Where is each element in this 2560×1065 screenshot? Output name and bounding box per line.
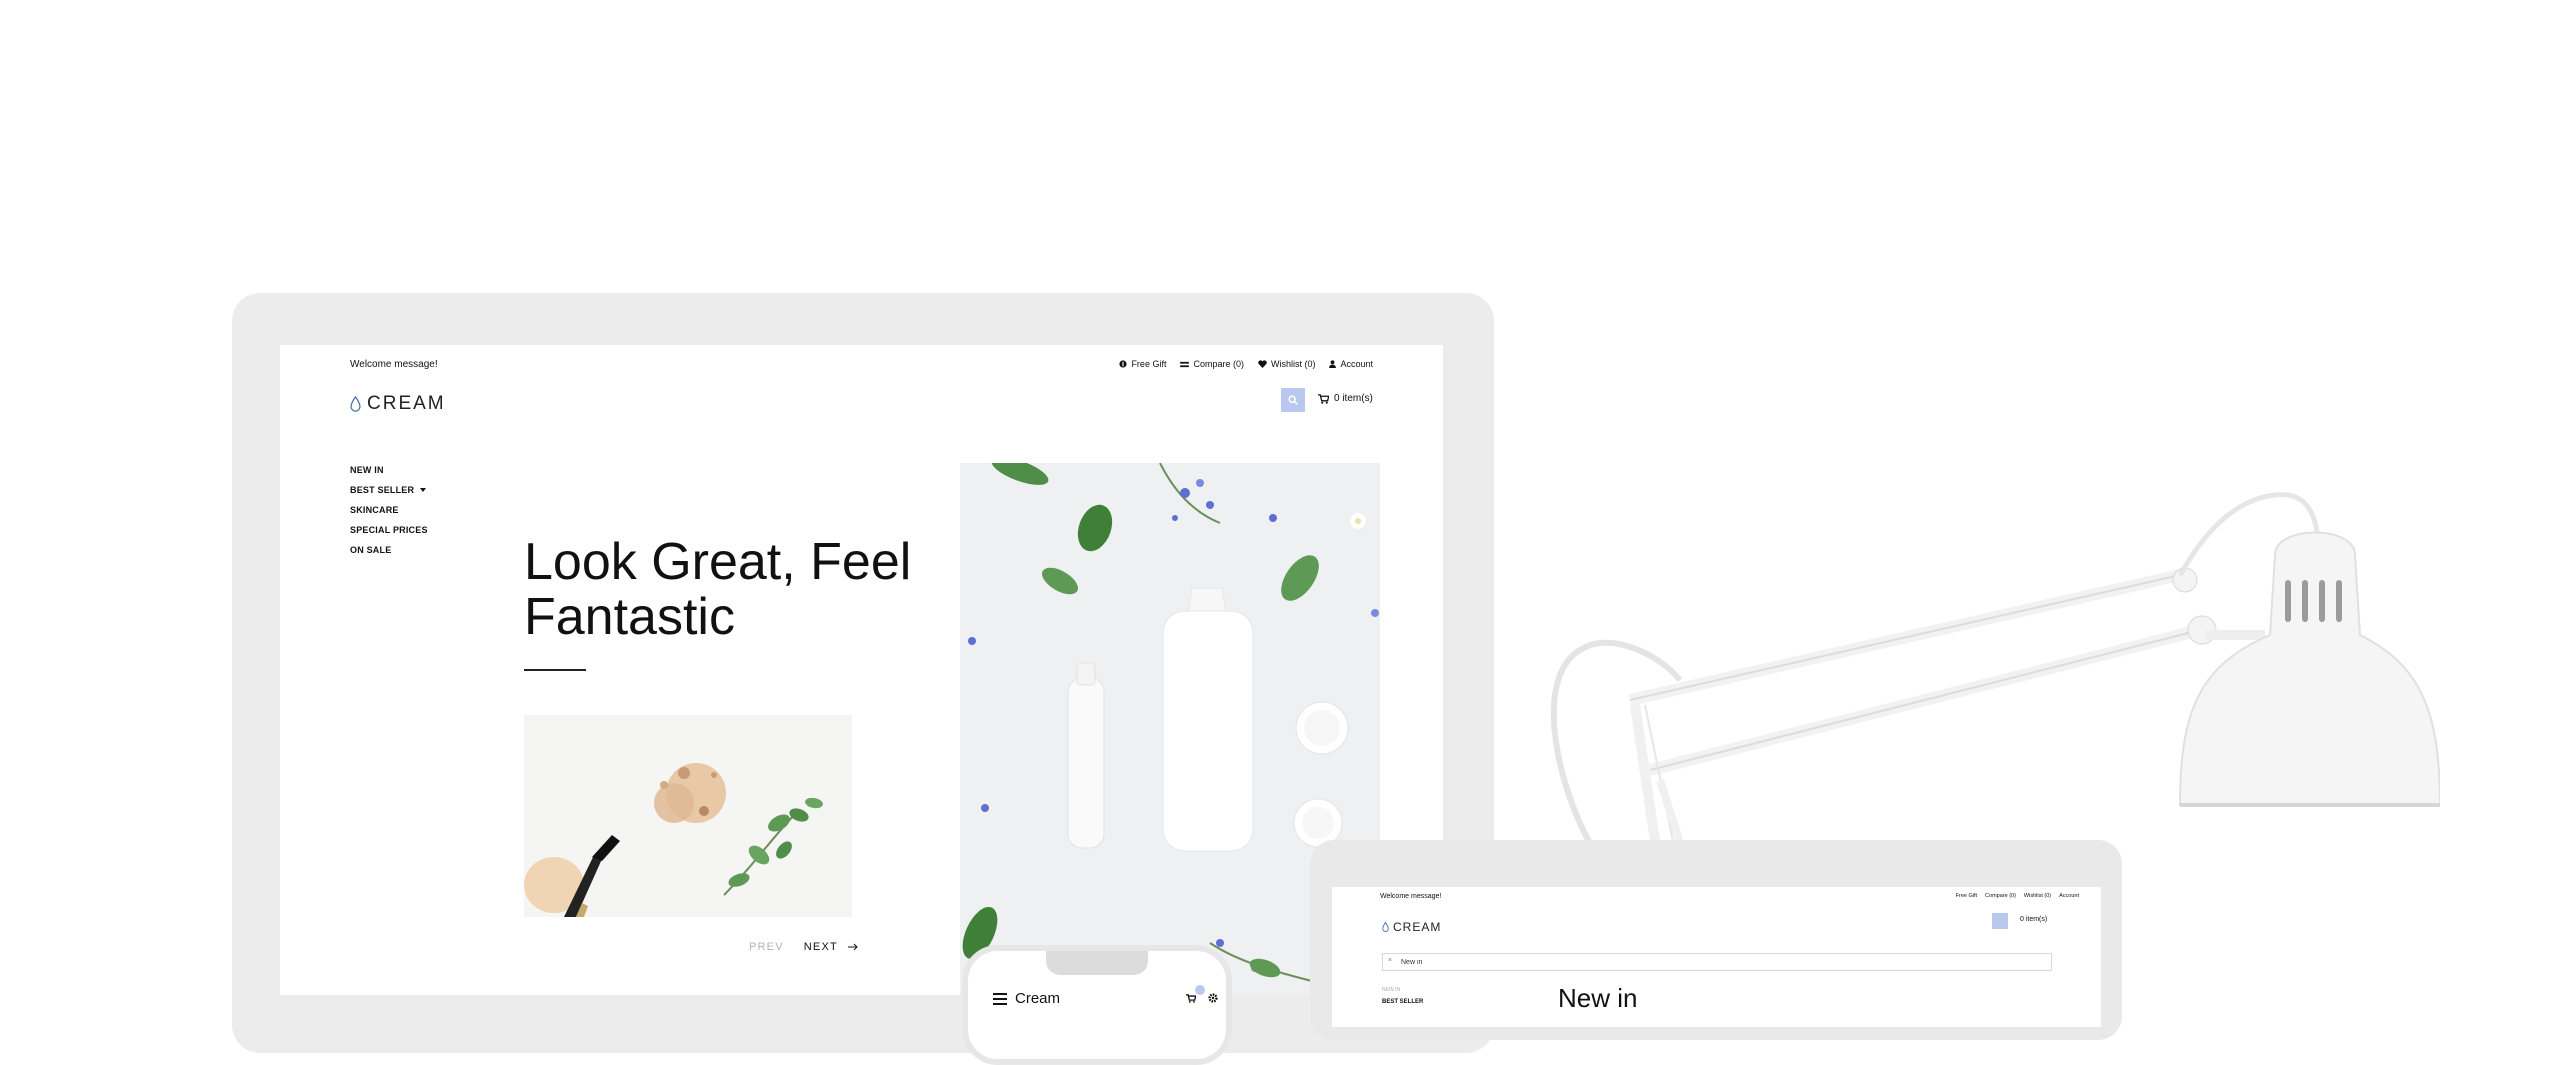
laptop-page-heading: New in — [1558, 983, 1638, 1013]
top-links: Free Gift Compare (0) Wishlist (0) Accou… — [1119, 359, 1373, 369]
clear-search-icon[interactable]: × — [1388, 957, 1392, 964]
compare-label: Compare (0) — [1193, 359, 1244, 369]
laptop-screen: Welcome message! Free Gift Compare (0) W… — [1332, 887, 2101, 1027]
account-label: Account — [1340, 359, 1373, 369]
drop-logo-icon — [350, 396, 361, 412]
hero-title: Look Great, Feel Fantastic — [524, 533, 912, 646]
main-nav: NEW IN BEST SELLER SKINCARE SPECIAL PRIC… — [350, 460, 428, 560]
logo-text: CREAM — [367, 393, 446, 414]
search-button[interactable] — [1281, 388, 1305, 412]
compare-link[interactable]: Compare (0) — [1180, 359, 1244, 369]
laptop-logo-text: CREAM — [1393, 920, 1442, 934]
nav-label: NEW IN — [350, 465, 384, 475]
laptop-compare-link[interactable]: Compare (0) — [1985, 893, 2016, 899]
laptop-nav-new-in[interactable]: NEW IN — [1382, 987, 1400, 993]
welcome-message: Welcome message! — [350, 359, 438, 370]
nav-item-new-in[interactable]: NEW IN — [350, 460, 428, 480]
nav-item-best-seller[interactable]: BEST SELLER — [350, 480, 428, 500]
heart-icon — [1258, 360, 1267, 368]
wishlist-label: Wishlist (0) — [1270, 359, 1316, 369]
nav-item-special-prices[interactable]: SPECIAL PRICES — [350, 520, 428, 540]
cart-icon — [1318, 393, 1329, 404]
wishlist-link[interactable]: Wishlist (0) — [1258, 359, 1316, 369]
slider-nav: PREV NEXT — [749, 941, 858, 953]
drop-logo-icon — [1382, 922, 1389, 932]
makeup-illustration — [524, 715, 852, 917]
nav-label: ON SALE — [350, 545, 392, 555]
nav-label: SPECIAL PRICES — [350, 525, 428, 535]
phone-menu-button[interactable]: Cream — [993, 990, 1060, 1007]
arrow-right-icon — [847, 943, 858, 951]
laptop-wishlist-link[interactable]: Wishlist (0) — [2024, 893, 2051, 899]
phone-cart-badge — [1195, 985, 1205, 995]
cart-count: 0 item(s) — [1334, 393, 1373, 404]
product-image[interactable] — [524, 715, 852, 917]
caret-down-icon — [420, 488, 427, 492]
nav-item-on-sale[interactable]: ON SALE — [350, 540, 428, 560]
cart-icon — [1186, 994, 1197, 1003]
laptop-search-input[interactable] — [1382, 953, 2052, 971]
phone-notch — [1046, 951, 1148, 975]
laptop-top-links: Free Gift Compare (0) Wishlist (0) Accou… — [1956, 893, 2079, 899]
gear-icon — [1208, 993, 1218, 1003]
desktop-screen: Welcome message! Free Gift Compare (0) W… — [280, 345, 1443, 995]
user-icon — [1329, 360, 1337, 368]
compare-icon — [1180, 361, 1190, 367]
hero-divider — [524, 669, 586, 671]
free-gift-link[interactable]: Free Gift — [1119, 359, 1166, 369]
next-label: NEXT — [803, 941, 838, 953]
desk-lamp-illustration — [1550, 492, 2440, 877]
search-icon — [1288, 395, 1298, 405]
next-button[interactable]: NEXT — [804, 941, 858, 953]
laptop-account-link[interactable]: Account — [2059, 893, 2079, 899]
nav-label: SKINCARE — [350, 505, 399, 515]
laptop-site-logo[interactable]: CREAM — [1382, 920, 1441, 934]
nav-label: BEST SELLER — [350, 485, 415, 495]
phone-title: Cream — [1015, 990, 1061, 1007]
gift-icon — [1119, 360, 1128, 368]
laptop-free-gift-link[interactable]: Free Gift — [1956, 893, 1977, 899]
laptop-cart-link[interactable]: 0 item(s) — [2020, 916, 2047, 923]
cart-link[interactable]: 0 item(s) — [1318, 393, 1373, 404]
free-gift-label: Free Gift — [1131, 359, 1167, 369]
account-link[interactable]: Account — [1329, 359, 1373, 369]
prev-button[interactable]: PREV — [749, 941, 784, 953]
nav-item-skincare[interactable]: SKINCARE — [350, 500, 428, 520]
laptop-welcome-message: Welcome message! — [1380, 893, 1442, 900]
laptop-search-button[interactable] — [1992, 913, 2008, 929]
phone-cart-icon[interactable] — [1186, 994, 1197, 1006]
hamburger-icon — [993, 992, 1007, 1005]
site-logo[interactable]: CREAM — [350, 393, 446, 415]
